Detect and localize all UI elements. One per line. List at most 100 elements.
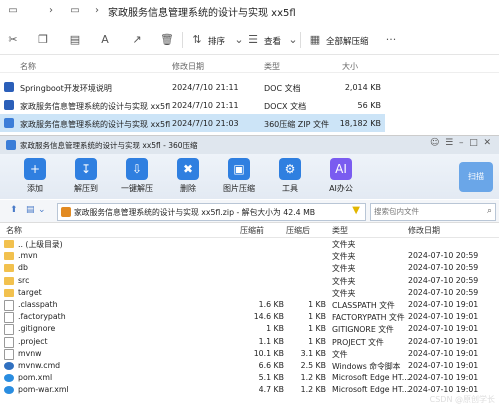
archive-search[interactable]: ⌕ [370, 203, 496, 221]
view-button[interactable]: 查看 [264, 35, 281, 47]
row-type: CLASSPATH 文件 [332, 301, 395, 310]
image-compress-button[interactable]: ▣ 图片压缩 [214, 158, 264, 194]
header-type[interactable]: 类型 [332, 225, 348, 236]
sort-icon[interactable]: ⇅ [190, 33, 204, 47]
archive-row[interactable]: db 文件夹 2024-07-10 20:59 [0, 262, 499, 274]
row-date: 2024-07-10 20:59 [408, 263, 479, 273]
view-mode-icon[interactable]: ▤ [26, 205, 35, 215]
tools-button[interactable]: ⚙ 工具 [265, 158, 315, 194]
zip-app-icon [6, 140, 16, 150]
dropdown-arrow-icon[interactable]: ▼ [352, 205, 360, 216]
watermark: CSDN @原创学长 [429, 395, 495, 404]
scan-button[interactable]: 扫描 [459, 162, 493, 192]
folder-icon [4, 240, 14, 248]
add-button[interactable]: + 添加 [10, 158, 60, 194]
script-icon [4, 362, 14, 370]
edge-icon [4, 386, 14, 395]
file-row[interactable]: 家政服务信息管理系统的设计与实现 xx5fl 2024/7/10 21:11 D… [0, 96, 385, 114]
archive-row[interactable]: mvnw 10.1 KB 3.1 KB 文件 2024-07-10 19:01 [0, 348, 499, 360]
view-icon[interactable]: ☰ [246, 33, 260, 47]
header-name[interactable]: 名称 [20, 61, 36, 72]
header-date[interactable]: 修改日期 [172, 61, 204, 72]
zip-toolbar: + 添加 ↧ 解压到 ⇩ 一键解压 ✖ 删除 ▣ 图片压缩 ⚙ 工具 AI AI… [0, 154, 499, 199]
command-bar: ✂ ❐ ▤ A ↗ 🗑 ⇅ 排序 ⌄ ☰ 查看 ⌄ ▦ 全部解压缩 ··· [0, 26, 499, 55]
one-click-extract-button[interactable]: ⇩ 一键解压 [112, 158, 162, 194]
chevron-right-icon[interactable]: › [44, 4, 58, 18]
folder-icon: ▭ [70, 5, 80, 16]
archive-row[interactable]: .factorypath 14.6 KB 1 KB FACTORYPATH 文件 202… [0, 311, 499, 324]
window-controls: ☺ ☰ – □ ✕ [430, 138, 491, 148]
extract-to-button[interactable]: ↧ 解压到 [61, 158, 111, 194]
chevron-down-icon[interactable]: ⌄ [232, 33, 246, 47]
row-name: pom.xml [18, 373, 53, 383]
share-icon[interactable]: ↗ [130, 33, 144, 47]
paste-icon[interactable]: ▤ [68, 33, 82, 47]
row-date: 2024-07-10 19:01 [408, 373, 479, 383]
search-input[interactable] [371, 204, 477, 218]
file-row-selected[interactable]: 家政服务信息管理系统的设计与实现 xx5fl 2024/7/10 21:03 3… [0, 114, 385, 132]
folder-icon [4, 264, 14, 273]
path-bar: ⬆ ▤ ⌄ 家政服务信息管理系统的设计与实现 xx5fl.zip - 解包大小为… [0, 200, 499, 223]
one-click-extract-icon: ⇩ [126, 158, 148, 180]
ai-office-icon: AI [330, 158, 352, 180]
header-size[interactable]: 大小 [342, 61, 358, 72]
archive-row[interactable]: .project 1.1 KB 1 KB PROJECT 文件 2024-07-10 1… [0, 336, 499, 348]
row-name: pom-war.xml [18, 385, 69, 395]
close-icon[interactable]: ✕ [483, 138, 491, 148]
user-icon[interactable]: ☺ [430, 138, 439, 148]
extract-all-button[interactable]: 全部解压缩 [326, 35, 369, 47]
word-doc-icon [4, 82, 14, 92]
chevron-down-icon[interactable]: ⌄ [38, 205, 46, 215]
minimize-icon[interactable]: – [459, 138, 464, 148]
archive-row[interactable]: .classpath 1.6 KB 1 KB CLASSPATH 文件 2024-07-… [0, 299, 499, 311]
monitor-icon[interactable]: ▭ [6, 4, 20, 18]
archive-row[interactable]: pom-war.xml 4.7 KB 1.2 KB Microsoft Edge HT… [0, 384, 499, 396]
zip-window: 家政服务信息管理系统的设计与实现 xx5fl - 360压缩 ☺ ☰ – □ ✕… [0, 135, 499, 407]
archive-row[interactable]: .mvn 文件夹 2024-07-10 20:59 [0, 250, 499, 262]
archive-row[interactable]: .. (上级目录) 文件夹 [0, 238, 499, 250]
file-row[interactable]: Springboot开发环境说明 2024/7/10 21:11 DOC 文档 … [0, 78, 385, 96]
address-path[interactable]: 家政服务信息管理系统的设计与实现 xx5fl [108, 4, 296, 19]
row-name: target [18, 287, 42, 297]
row-name: db [18, 263, 28, 273]
header-type[interactable]: 类型 [264, 61, 280, 72]
header-after[interactable]: 压缩后 [286, 225, 310, 236]
maximize-icon[interactable]: □ [469, 138, 478, 148]
archive-row[interactable]: src 文件夹 2024-07-10 20:59 [0, 275, 499, 287]
up-arrow-icon[interactable]: ⬆ [10, 205, 18, 215]
cut-icon[interactable]: ✂ [6, 33, 20, 47]
archive-row[interactable]: target 文件夹 2024-07-10 20:59 [0, 287, 499, 299]
ai-office-button[interactable]: AI AI办公 [316, 158, 366, 194]
row-date: 2024-07-10 19:01 [408, 312, 479, 322]
sort-button[interactable]: 排序 [208, 35, 225, 47]
row-after: 1 KB [308, 300, 326, 309]
row-after: 1 KB [308, 336, 326, 346]
window-titlebar: 家政服务信息管理系统的设计与实现 xx5fl - 360压缩 ☺ ☰ – □ ✕ [0, 136, 499, 154]
delete-icon: ✖ [177, 158, 199, 180]
menu-icon[interactable]: ☰ [445, 138, 453, 148]
row-type: Microsoft Edge HT... [332, 385, 410, 395]
row-name: mvnw [18, 348, 42, 358]
search-icon[interactable]: ⌕ [487, 206, 492, 216]
delete-icon[interactable]: 🗑 [160, 33, 174, 47]
row-name: .gitignore [18, 324, 56, 334]
chevron-down-icon[interactable]: ⌄ [286, 33, 300, 47]
row-type: PROJECT 文件 [332, 337, 384, 347]
archive-row[interactable]: mvnw.cmd 6.6 KB 2.5 KB Windows 命令脚本 2024-07-… [0, 360, 499, 372]
archive-path-field[interactable]: 家政服务信息管理系统的设计与实现 xx5fl.zip - 解包大小为 42.4 … [57, 203, 366, 221]
copy-icon[interactable]: ❐ [36, 33, 50, 47]
extract-all-icon[interactable]: ▦ [308, 33, 322, 47]
header-name[interactable]: 名称 [6, 225, 22, 236]
rename-icon[interactable]: A [98, 33, 112, 47]
row-name: src [18, 275, 30, 285]
row-type: FACTORYPATH 文件 [332, 313, 405, 323]
header-date[interactable]: 修改日期 [408, 225, 440, 236]
archive-row[interactable]: pom.xml 5.1 KB 1.2 KB Microsoft Edge HT... 2… [0, 372, 499, 384]
more-icon[interactable]: ··· [384, 33, 398, 47]
header-before[interactable]: 压缩前 [240, 225, 264, 236]
row-type: 文件夹 [332, 276, 356, 286]
delete-button[interactable]: ✖ 删除 [163, 158, 213, 194]
archive-row[interactable]: .gitignore 1 KB 1 KB GITIGNORE 文件 2024-07-10… [0, 323, 499, 336]
row-after: 3.1 KB [300, 348, 326, 358]
edge-icon [4, 374, 14, 383]
